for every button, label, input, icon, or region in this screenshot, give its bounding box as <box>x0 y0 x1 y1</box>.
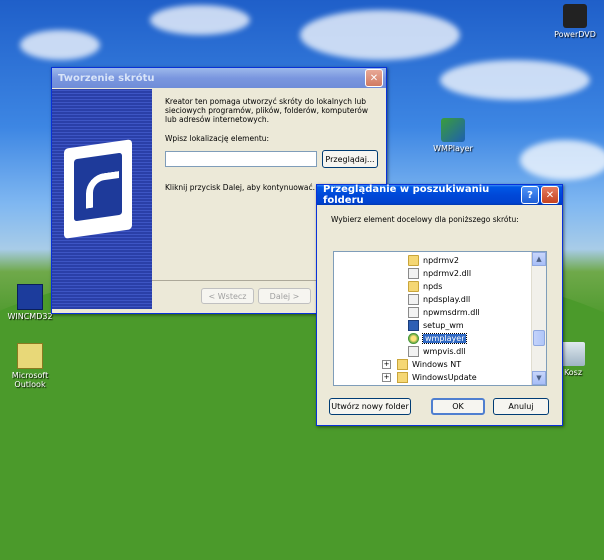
shortcut-arrow-icon <box>64 139 132 239</box>
expand-icon[interactable]: + <box>382 360 391 369</box>
outlook-icon <box>17 343 43 369</box>
media-player-icon <box>441 118 465 142</box>
recycle-bin-icon <box>561 342 585 366</box>
close-button[interactable]: ✕ <box>541 186 559 204</box>
tree-item[interactable]: wmpvis.dll <box>408 345 466 358</box>
back-button[interactable]: < Wstecz <box>201 288 254 304</box>
location-label: Wpisz lokalizację elementu: <box>165 134 270 143</box>
desktop-icon-label: WMPlayer <box>433 144 473 153</box>
dll-file-icon <box>408 294 419 305</box>
folder-icon <box>408 281 419 292</box>
tree-item[interactable]: + Windows NT <box>382 358 461 371</box>
help-button[interactable]: ? <box>521 186 539 204</box>
chevron-up-icon: ▲ <box>536 255 542 263</box>
dll-file-icon <box>408 307 419 318</box>
dll-file-icon <box>408 346 419 357</box>
floppy-disk-icon <box>17 284 43 310</box>
cancel-button[interactable]: Anuluj <box>493 398 549 415</box>
tree-item[interactable]: + WindowsUpdate <box>382 371 477 384</box>
browse-folder-titlebar[interactable]: Przeglądanie w poszukiwaniu folderu ? ✕ <box>317 184 562 206</box>
chevron-down-icon: ▼ <box>536 374 542 382</box>
tree-item[interactable]: npdsplay.dll <box>408 293 470 306</box>
desktop-icon-label: PowerDVD <box>554 30 596 39</box>
next-button[interactable]: Dalej > <box>258 288 311 304</box>
desktop-icon-label: WINCMD32 <box>7 312 53 321</box>
close-button[interactable]: ✕ <box>365 69 383 87</box>
close-icon: ✕ <box>369 72 379 84</box>
desktop-icon-wmplayer[interactable]: WMPlayer <box>418 118 488 153</box>
tree-item-selected[interactable]: wmplayer <box>408 332 468 345</box>
wizard-description: Kreator ten pomaga utworzyć skróty do lo… <box>165 97 369 124</box>
location-input[interactable] <box>165 151 317 167</box>
folder-tree[interactable]: npdrmv2 npdrmv2.dll npds npdsplay.dll np… <box>333 251 547 386</box>
folder-icon <box>408 255 419 266</box>
close-icon: ✕ <box>545 189 555 201</box>
media-player-icon <box>408 333 419 344</box>
tree-item[interactable]: npdrmv2.dll <box>408 267 471 280</box>
tree-item[interactable]: npdrmv2 <box>408 254 459 267</box>
dialog-title: Przeglądanie w poszukiwaniu folderu <box>323 184 490 206</box>
new-folder-button[interactable]: Utwórz nowy folder <box>329 398 411 415</box>
setup-exe-icon <box>408 320 419 331</box>
desktop-icon-powerdvd[interactable]: PowerDVD <box>540 4 604 39</box>
expand-icon[interactable]: + <box>382 373 391 382</box>
dialog-prompt: Wybierz element docelowy dla poniższego … <box>331 215 519 224</box>
powerdvd-icon <box>563 4 587 28</box>
create-shortcut-titlebar[interactable]: Tworzenie skrótu ✕ <box>52 68 386 88</box>
scroll-thumb[interactable] <box>533 330 545 346</box>
tree-item[interactable]: npwmsdrm.dll <box>408 306 480 319</box>
dll-file-icon <box>408 268 419 279</box>
browse-folder-dialog: Przeglądanie w poszukiwaniu folderu ? ✕ … <box>316 184 563 426</box>
desktop-icon-label: Microsoft Outlook <box>11 371 49 389</box>
wizard-banner <box>52 89 152 309</box>
ok-button[interactable]: OK <box>431 398 485 415</box>
tree-item[interactable]: setup_wm <box>408 319 464 332</box>
help-icon: ? <box>527 189 533 201</box>
tree-scrollbar[interactable]: ▲ ▼ <box>531 252 546 385</box>
desktop-icon-label: Kosz <box>563 368 583 377</box>
scroll-down-button[interactable]: ▼ <box>532 371 546 385</box>
scroll-up-button[interactable]: ▲ <box>532 252 546 266</box>
window-title: Tworzenie skrótu <box>58 72 155 84</box>
wizard-instruction: Kliknij przycisk Dalej, aby kontynuować. <box>165 183 316 192</box>
tree-item[interactable]: npds <box>408 280 442 293</box>
folder-icon <box>397 372 408 383</box>
folder-icon <box>397 359 408 370</box>
browse-button[interactable]: Przeglądaj... <box>322 150 378 168</box>
desktop-icon-outlook[interactable]: Microsoft Outlook <box>0 343 65 389</box>
